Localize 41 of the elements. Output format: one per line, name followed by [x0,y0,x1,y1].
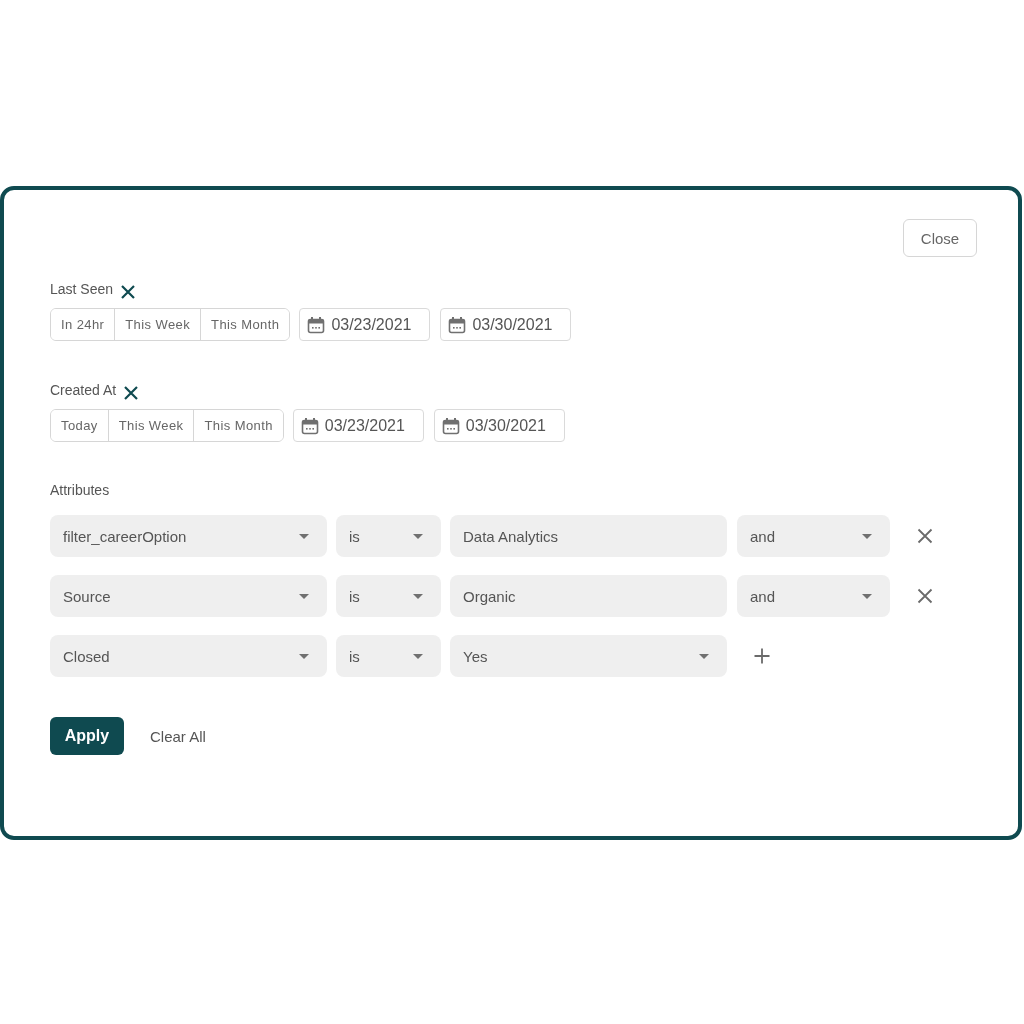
close-icon[interactable] [120,284,137,300]
caret-icon [299,653,309,659]
calendar-icon [448,315,467,334]
calendar-icon [441,416,460,435]
apply-button[interactable]: Apply [50,717,124,755]
calendar-icon [300,416,319,435]
select-field[interactable]: is [336,515,441,557]
preset-tab[interactable]: This Month [193,410,283,441]
close-icon[interactable] [917,588,933,604]
clear-all-button[interactable]: Clear All [150,727,206,745]
caret-icon [699,653,709,659]
select-field[interactable]: is [336,575,441,617]
caret-icon [299,593,309,599]
close-button[interactable]: Close [903,219,977,257]
select-field[interactable]: filter_careerOption [50,515,327,557]
caret-icon [413,593,423,599]
select-field[interactable]: and [737,575,890,617]
section-label: Attributes [50,481,110,500]
calendar-icon [307,315,326,334]
input-field[interactable]: Data Analytics [450,515,727,557]
date-field[interactable]: 03/23/2021 [292,409,424,442]
plus-icon[interactable] [754,648,770,664]
select-field[interactable]: Closed [50,635,327,677]
date-field[interactable]: 03/23/2021 [299,308,431,341]
select-field[interactable]: Yes [450,635,727,677]
preset-tab[interactable]: This Month [200,309,290,340]
caret-icon [299,533,309,539]
input-field[interactable]: Organic [450,575,727,617]
date-field[interactable]: 03/30/2021 [433,409,565,442]
select-field[interactable]: is [336,635,441,677]
caret-icon [862,533,872,539]
caret-icon [413,653,423,659]
caret-icon [862,593,872,599]
close-icon[interactable] [917,528,933,544]
select-field[interactable]: and [737,515,890,557]
caret-icon [413,533,423,539]
filter-label: Created At [50,381,117,400]
close-icon[interactable] [123,385,140,401]
select-field[interactable]: Source [50,575,327,617]
filter-label: Last Seen [50,280,114,299]
date-field[interactable]: 03/30/2021 [440,308,572,341]
